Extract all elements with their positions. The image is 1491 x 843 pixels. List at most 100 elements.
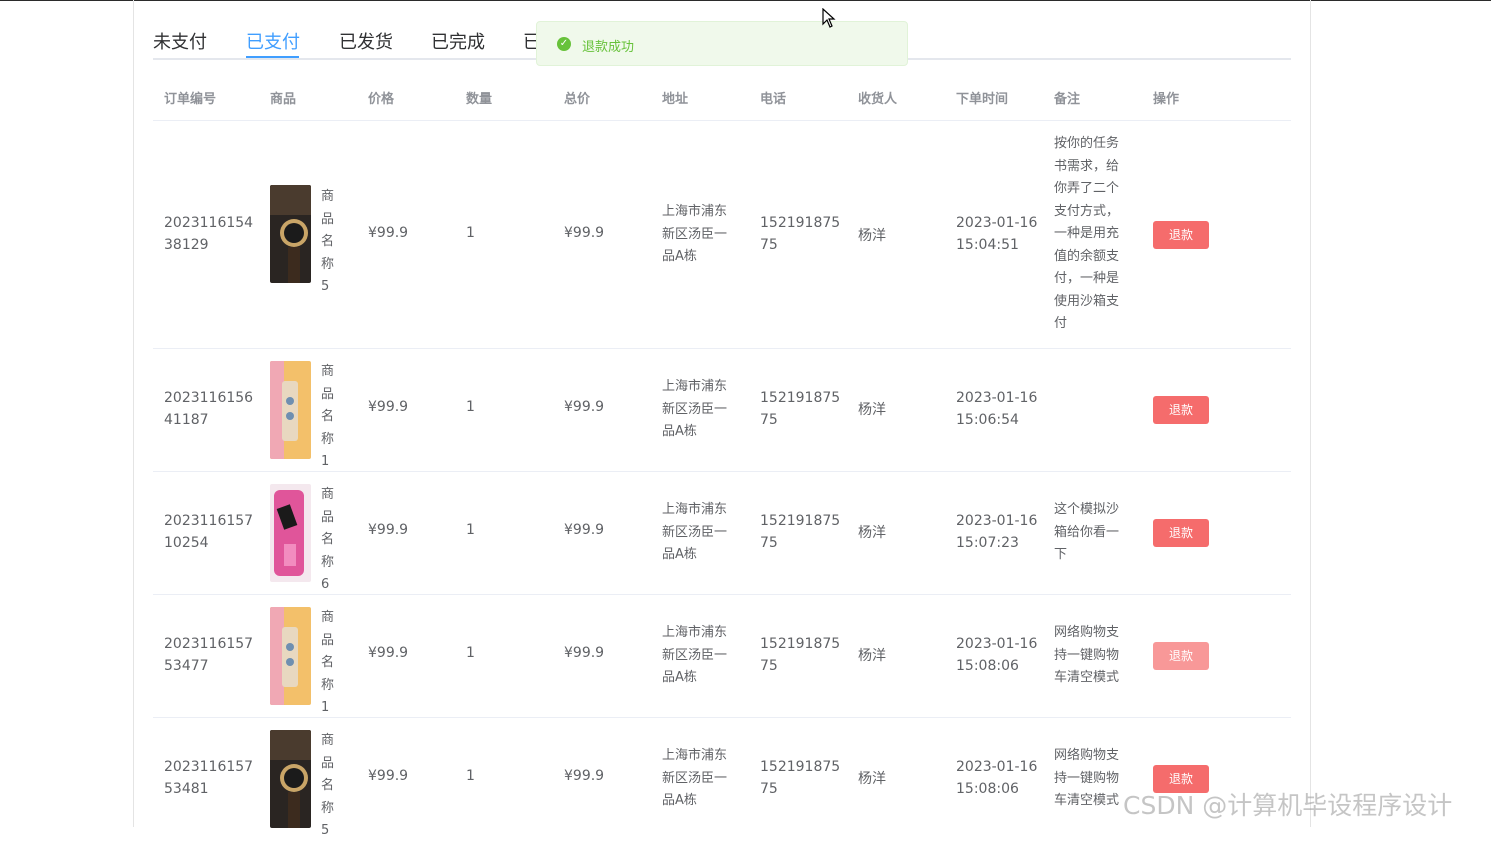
receiver: 杨洋 bbox=[858, 648, 886, 664]
phone: 152191875 75 bbox=[760, 212, 840, 256]
phone-line2: 75 bbox=[760, 658, 778, 674]
order-number: 2023116157 10254 bbox=[164, 510, 253, 554]
table-header: 订单编号 商品 价格 数量 总价 地址 电话 收货人 下单时间 备注 操作 bbox=[153, 72, 1291, 121]
order-date: 2023-01-16 bbox=[956, 759, 1038, 775]
order-time: 2023-01-16 15:06:54 bbox=[956, 387, 1037, 431]
price: ¥99.9 bbox=[368, 645, 409, 661]
order-clock: 15:06:54 bbox=[956, 412, 1019, 428]
phone-case-image bbox=[270, 607, 311, 705]
column-header-phone: 电话 bbox=[760, 92, 787, 107]
column-header-order-time: 下单时间 bbox=[956, 92, 1009, 107]
column-header-receiver: 收货人 bbox=[858, 92, 898, 107]
total-price: ¥99.9 bbox=[564, 768, 605, 784]
content-right-border bbox=[1310, 0, 1311, 827]
refund-button[interactable]: 退款 bbox=[1153, 519, 1209, 547]
address: 上海市浦东新区汤臣一品A栋 bbox=[662, 502, 728, 562]
order-date: 2023-01-16 bbox=[956, 390, 1038, 406]
address: 上海市浦东新区汤臣一品A栋 bbox=[662, 748, 728, 808]
order-number-line2: 53477 bbox=[164, 658, 209, 674]
column-header-order-no: 订单编号 bbox=[164, 92, 217, 107]
price: ¥99.9 bbox=[368, 522, 409, 538]
active-tab-indicator bbox=[246, 56, 299, 58]
column-header-price: 价格 bbox=[368, 92, 395, 107]
total-price: ¥99.9 bbox=[564, 225, 605, 241]
price: ¥99.9 bbox=[368, 225, 409, 241]
tab-shipped[interactable]: 已发货 bbox=[339, 28, 393, 54]
table-row: 2023116157 53481 商品名称5 ¥99.9 1 ¥99.9 上海市… bbox=[153, 718, 1291, 840]
order-number: 2023116157 53477 bbox=[164, 633, 253, 677]
price: ¥99.9 bbox=[368, 399, 409, 415]
refund-button[interactable]: 退款 bbox=[1153, 221, 1209, 249]
order-number-line1: 2023116157 bbox=[164, 636, 254, 652]
phone-line1: 152191875 bbox=[760, 390, 841, 406]
order-time: 2023-01-16 15:08:06 bbox=[956, 756, 1037, 800]
order-number-line2: 10254 bbox=[164, 535, 209, 551]
order-number-line1: 2023116157 bbox=[164, 759, 254, 775]
order-number-line1: 2023116157 bbox=[164, 513, 254, 529]
note: 这个模拟沙箱给你看一下 bbox=[1054, 502, 1120, 562]
quantity: 1 bbox=[466, 645, 475, 661]
total-price: ¥99.9 bbox=[564, 645, 605, 661]
phone-line1: 152191875 bbox=[760, 215, 841, 231]
tab-unpaid[interactable]: 未支付 bbox=[153, 28, 207, 54]
order-number: 2023116156 41187 bbox=[164, 387, 253, 431]
order-date: 2023-01-16 bbox=[956, 215, 1038, 231]
order-date: 2023-01-16 bbox=[956, 636, 1038, 652]
order-number-line2: 41187 bbox=[164, 412, 209, 428]
column-header-action: 操作 bbox=[1153, 92, 1180, 107]
receiver: 杨洋 bbox=[858, 402, 886, 418]
watch-image bbox=[270, 730, 311, 828]
order-clock: 15:04:51 bbox=[956, 237, 1019, 253]
price: ¥99.9 bbox=[368, 768, 409, 784]
check-circle-icon: ✓ bbox=[557, 37, 571, 51]
tab-paid[interactable]: 已支付 bbox=[246, 28, 300, 54]
window-top-border bbox=[0, 0, 1491, 1]
quantity: 1 bbox=[466, 768, 475, 784]
column-header-product: 商品 bbox=[270, 92, 297, 107]
table-row: 2023116154 38129 商品名称5 ¥99.9 1 ¥99.9 上海市… bbox=[153, 121, 1291, 349]
total-price: ¥99.9 bbox=[564, 522, 605, 538]
product-name: 商品名称6 bbox=[321, 487, 335, 592]
address: 上海市浦东新区汤臣一品A栋 bbox=[662, 379, 728, 439]
order-time: 2023-01-16 15:04:51 bbox=[956, 212, 1037, 256]
table-row: 2023116157 53477 商品名称1 ¥99.9 1 ¥99.9 上海市… bbox=[153, 595, 1291, 718]
phone: 152191875 75 bbox=[760, 633, 840, 677]
quantity: 1 bbox=[466, 522, 475, 538]
order-clock: 15:08:06 bbox=[956, 781, 1019, 797]
order-number-line1: 2023116156 bbox=[164, 390, 254, 406]
phone-line1: 152191875 bbox=[760, 759, 841, 775]
column-header-note: 备注 bbox=[1054, 92, 1081, 107]
order-number-line2: 38129 bbox=[164, 237, 209, 253]
toast-message: 退款成功 bbox=[582, 40, 635, 55]
refund-button[interactable]: 退款 bbox=[1153, 642, 1209, 670]
success-toast: ✓ 退款成功 bbox=[536, 21, 908, 66]
note: 按你的任务书需求，给你弄了二个支付方式，一种是用充值的余额支付，一种是使用沙箱支… bbox=[1054, 136, 1120, 331]
product-name: 商品名称1 bbox=[321, 610, 335, 715]
order-number-line1: 2023116154 bbox=[164, 215, 254, 231]
order-clock: 15:08:06 bbox=[956, 658, 1019, 674]
phone: 152191875 75 bbox=[760, 510, 840, 554]
refund-button[interactable]: 退款 bbox=[1153, 396, 1209, 424]
mouse-cursor-icon bbox=[822, 8, 836, 28]
phone-line2: 75 bbox=[760, 781, 778, 797]
tab-more[interactable]: 已 bbox=[523, 28, 537, 54]
phone-line2: 75 bbox=[760, 535, 778, 551]
phone-line1: 152191875 bbox=[760, 513, 841, 529]
table-row: 2023116157 10254 商品名称6 ¥99.9 1 ¥99.9 上海市… bbox=[153, 472, 1291, 595]
phone-line1: 152191875 bbox=[760, 636, 841, 652]
column-header-total: 总价 bbox=[564, 92, 591, 107]
tab-completed[interactable]: 已完成 bbox=[431, 28, 485, 54]
total-price: ¥99.9 bbox=[564, 399, 605, 415]
column-header-quantity: 数量 bbox=[466, 92, 493, 107]
column-header-address: 地址 bbox=[662, 92, 689, 107]
phone: 152191875 75 bbox=[760, 756, 840, 800]
receiver: 杨洋 bbox=[858, 228, 886, 244]
order-time: 2023-01-16 15:07:23 bbox=[956, 510, 1037, 554]
note: 网络购物支持一键购物车清空模式 bbox=[1054, 625, 1120, 685]
product-name: 商品名称5 bbox=[321, 733, 335, 838]
receiver: 杨洋 bbox=[858, 525, 886, 541]
product-name: 商品名称1 bbox=[321, 364, 335, 469]
phone-line2: 75 bbox=[760, 237, 778, 253]
phone-case-image bbox=[270, 361, 311, 459]
quantity: 1 bbox=[466, 399, 475, 415]
